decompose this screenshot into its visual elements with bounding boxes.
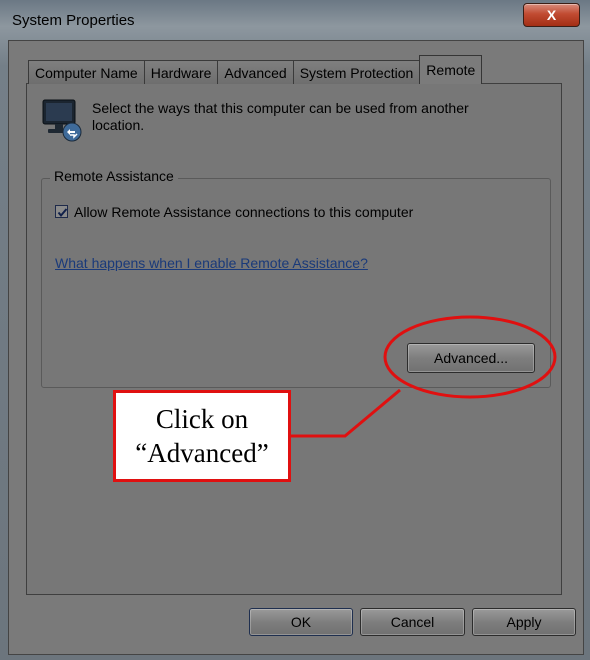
tab-computer-name[interactable]: Computer Name xyxy=(28,60,145,84)
tab-hardware[interactable]: Hardware xyxy=(143,60,219,84)
close-button[interactable]: X xyxy=(523,3,580,27)
close-icon: X xyxy=(546,7,557,23)
ok-button[interactable]: OK xyxy=(249,608,353,636)
allow-remote-assistance-checkbox[interactable] xyxy=(55,205,68,218)
advanced-button[interactable]: Advanced... xyxy=(407,343,535,373)
tab-system-protection[interactable]: System Protection xyxy=(292,60,421,84)
tab-advanced[interactable]: Advanced xyxy=(217,60,294,84)
window-title: System Properties xyxy=(12,12,135,29)
remote-monitor-icon xyxy=(40,98,86,144)
intro-text: Select the ways that this computer can b… xyxy=(92,100,469,133)
button-label: Advanced... xyxy=(434,350,508,366)
tab-label: Remote xyxy=(426,62,476,78)
annotation-callout: Click on “Advanced” xyxy=(113,390,291,482)
tab-label: System Protection xyxy=(299,64,414,81)
cancel-button[interactable]: Cancel xyxy=(360,608,465,636)
callout-line-2: “Advanced” xyxy=(135,438,269,468)
tab-label: Hardware xyxy=(150,64,212,81)
button-label: OK xyxy=(290,614,312,630)
group-legend: Remote Assistance xyxy=(50,168,178,184)
apply-button[interactable]: Apply xyxy=(472,608,576,636)
tab-label: Advanced xyxy=(224,64,287,81)
button-label: Apply xyxy=(506,614,542,630)
button-label: Cancel xyxy=(390,614,435,630)
checkbox-label[interactable]: Allow Remote Assistance connections to t… xyxy=(74,204,413,220)
checkmark-icon xyxy=(57,208,68,218)
callout-line-1: Click on xyxy=(155,404,249,434)
tab-strip: Computer Name Hardware Advanced System P… xyxy=(28,55,483,84)
remote-assistance-help-link[interactable]: What happens when I enable Remote Assist… xyxy=(55,255,368,271)
tab-label: Computer Name xyxy=(35,64,138,81)
tab-remote[interactable]: Remote xyxy=(419,55,483,84)
